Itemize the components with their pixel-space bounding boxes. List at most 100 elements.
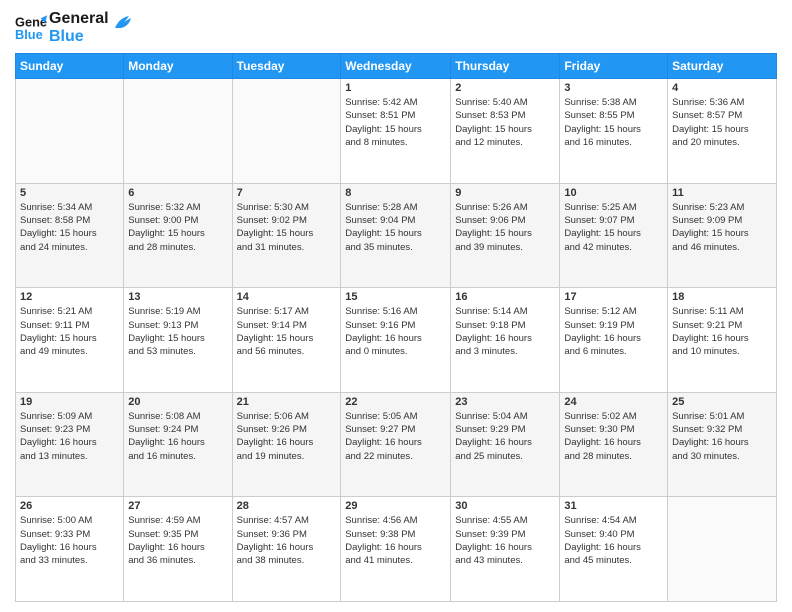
day-cell-16: 16 Sunrise: 5:14 AMSunset: 9:18 PMDayligh… xyxy=(451,288,560,393)
week-row-4: 19 Sunrise: 5:09 AMSunset: 9:23 PMDayligh… xyxy=(16,392,777,497)
day-number: 1 xyxy=(345,82,446,94)
day-cell-28: 28 Sunrise: 4:57 AMSunset: 9:36 PMDayligh… xyxy=(232,497,341,602)
day-info: Sunrise: 5:25 AMSunset: 9:07 PMDaylight:… xyxy=(564,201,663,254)
day-info: Sunrise: 5:32 AMSunset: 9:00 PMDaylight:… xyxy=(128,201,227,254)
day-info: Sunrise: 4:57 AMSunset: 9:36 PMDaylight:… xyxy=(237,514,337,567)
weekday-header-thursday: Thursday xyxy=(451,54,560,79)
day-info: Sunrise: 4:59 AMSunset: 9:35 PMDaylight:… xyxy=(128,514,227,567)
day-number: 26 xyxy=(20,500,119,512)
day-cell-19: 19 Sunrise: 5:09 AMSunset: 9:23 PMDayligh… xyxy=(16,392,124,497)
day-info: Sunrise: 5:38 AMSunset: 8:55 PMDaylight:… xyxy=(564,96,663,149)
day-number: 28 xyxy=(237,500,337,512)
week-row-3: 12 Sunrise: 5:21 AMSunset: 9:11 PMDayligh… xyxy=(16,288,777,393)
day-info: Sunrise: 5:16 AMSunset: 9:16 PMDaylight:… xyxy=(345,305,446,358)
day-info: Sunrise: 5:14 AMSunset: 9:18 PMDaylight:… xyxy=(455,305,555,358)
day-info: Sunrise: 5:01 AMSunset: 9:32 PMDaylight:… xyxy=(672,410,772,463)
day-number: 30 xyxy=(455,500,555,512)
day-info: Sunrise: 5:08 AMSunset: 9:24 PMDaylight:… xyxy=(128,410,227,463)
day-info: Sunrise: 5:06 AMSunset: 9:26 PMDaylight:… xyxy=(237,410,337,463)
day-info: Sunrise: 4:55 AMSunset: 9:39 PMDaylight:… xyxy=(455,514,555,567)
day-cell-12: 12 Sunrise: 5:21 AMSunset: 9:11 PMDayligh… xyxy=(16,288,124,393)
day-number: 19 xyxy=(20,396,119,408)
day-info: Sunrise: 5:09 AMSunset: 9:23 PMDaylight:… xyxy=(20,410,119,463)
day-number: 18 xyxy=(672,291,772,303)
day-number: 20 xyxy=(128,396,227,408)
day-cell-21: 21 Sunrise: 5:06 AMSunset: 9:26 PMDayligh… xyxy=(232,392,341,497)
day-number: 23 xyxy=(455,396,555,408)
day-info: Sunrise: 5:02 AMSunset: 9:30 PMDaylight:… xyxy=(564,410,663,463)
day-number: 5 xyxy=(20,187,119,199)
day-number: 4 xyxy=(672,82,772,94)
day-number: 27 xyxy=(128,500,227,512)
day-info: Sunrise: 5:26 AMSunset: 9:06 PMDaylight:… xyxy=(455,201,555,254)
day-cell-31: 31 Sunrise: 4:54 AMSunset: 9:40 PMDayligh… xyxy=(560,497,668,602)
day-cell-20: 20 Sunrise: 5:08 AMSunset: 9:24 PMDayligh… xyxy=(124,392,232,497)
day-cell-6: 6 Sunrise: 5:32 AMSunset: 9:00 PMDaylight… xyxy=(124,183,232,288)
day-info: Sunrise: 4:56 AMSunset: 9:38 PMDaylight:… xyxy=(345,514,446,567)
day-cell-29: 29Sunrise: 4:56 AMSunset: 9:38 PMDayligh… xyxy=(341,497,451,602)
day-number: 10 xyxy=(564,187,663,199)
day-number: 16 xyxy=(455,291,555,303)
day-info: Sunrise: 5:17 AMSunset: 9:14 PMDaylight:… xyxy=(237,305,337,358)
day-info: Sunrise: 4:54 AMSunset: 9:40 PMDaylight:… xyxy=(564,514,663,567)
day-cell-23: 23 Sunrise: 5:04 AMSunset: 9:29 PMDayligh… xyxy=(451,392,560,497)
day-info: Sunrise: 5:19 AMSunset: 9:13 PMDaylight:… xyxy=(128,305,227,358)
day-number: 12 xyxy=(20,291,119,303)
day-info: Sunrise: 5:00 AMSunset: 9:33 PMDaylight:… xyxy=(20,514,119,567)
day-cell-7: 7 Sunrise: 5:30 AMSunset: 9:02 PMDaylight… xyxy=(232,183,341,288)
day-info: Sunrise: 5:23 AMSunset: 9:09 PMDaylight:… xyxy=(672,201,772,254)
day-cell-27: 27 Sunrise: 4:59 AMSunset: 9:35 PMDayligh… xyxy=(124,497,232,602)
weekday-header-wednesday: Wednesday xyxy=(341,54,451,79)
day-info: Sunrise: 5:04 AMSunset: 9:29 PMDaylight:… xyxy=(455,410,555,463)
page: General Blue General Blue SundayMondayTu… xyxy=(0,0,792,612)
day-number: 14 xyxy=(237,291,337,303)
day-cell-24: 24Sunrise: 5:02 AMSunset: 9:30 PMDayligh… xyxy=(560,392,668,497)
day-info: Sunrise: 5:05 AMSunset: 9:27 PMDaylight:… xyxy=(345,410,446,463)
day-cell-22: 22 Sunrise: 5:05 AMSunset: 9:27 PMDayligh… xyxy=(341,392,451,497)
day-cell-26: 26 Sunrise: 5:00 AMSunset: 9:33 PMDayligh… xyxy=(16,497,124,602)
day-number: 21 xyxy=(237,396,337,408)
day-number: 2 xyxy=(455,82,555,94)
day-number: 17 xyxy=(564,291,663,303)
day-cell-5: 5 Sunrise: 5:34 AMSunset: 8:58 PMDaylight… xyxy=(16,183,124,288)
day-cell-4: 4Sunrise: 5:36 AMSunset: 8:57 PMDaylight… xyxy=(668,79,777,184)
empty-cell xyxy=(124,79,232,184)
empty-cell xyxy=(16,79,124,184)
day-cell-1: 1 Sunrise: 5:42 AMSunset: 8:51 PMDaylight… xyxy=(341,79,451,184)
day-cell-8: 8 Sunrise: 5:28 AMSunset: 9:04 PMDaylight… xyxy=(341,183,451,288)
logo-blue: Blue xyxy=(49,28,109,46)
header: General Blue General Blue xyxy=(15,10,777,45)
day-number: 11 xyxy=(672,187,772,199)
day-cell-14: 14 Sunrise: 5:17 AMSunset: 9:14 PMDayligh… xyxy=(232,288,341,393)
day-number: 8 xyxy=(345,187,446,199)
day-info: Sunrise: 5:40 AMSunset: 8:53 PMDaylight:… xyxy=(455,96,555,149)
day-cell-25: 25 Sunrise: 5:01 AMSunset: 9:32 PMDayligh… xyxy=(668,392,777,497)
day-cell-30: 30 Sunrise: 4:55 AMSunset: 9:39 PMDayligh… xyxy=(451,497,560,602)
day-info: Sunrise: 5:11 AMSunset: 9:21 PMDaylight:… xyxy=(672,305,772,358)
svg-text:Blue: Blue xyxy=(15,27,43,42)
week-row-2: 5 Sunrise: 5:34 AMSunset: 8:58 PMDaylight… xyxy=(16,183,777,288)
day-cell-15: 15 Sunrise: 5:16 AMSunset: 9:16 PMDayligh… xyxy=(341,288,451,393)
day-number: 7 xyxy=(237,187,337,199)
empty-cell xyxy=(232,79,341,184)
day-info: Sunrise: 5:28 AMSunset: 9:04 PMDaylight:… xyxy=(345,201,446,254)
day-cell-17: 17Sunrise: 5:12 AMSunset: 9:19 PMDayligh… xyxy=(560,288,668,393)
day-cell-18: 18 Sunrise: 5:11 AMSunset: 9:21 PMDayligh… xyxy=(668,288,777,393)
day-info: Sunrise: 5:30 AMSunset: 9:02 PMDaylight:… xyxy=(237,201,337,254)
weekday-header-row: SundayMondayTuesdayWednesdayThursdayFrid… xyxy=(16,54,777,79)
day-number: 25 xyxy=(672,396,772,408)
day-number: 13 xyxy=(128,291,227,303)
day-info: Sunrise: 5:34 AMSunset: 8:58 PMDaylight:… xyxy=(20,201,119,254)
day-info: Sunrise: 5:21 AMSunset: 9:11 PMDaylight:… xyxy=(20,305,119,358)
day-info: Sunrise: 5:42 AMSunset: 8:51 PMDaylight:… xyxy=(345,96,446,149)
day-number: 22 xyxy=(345,396,446,408)
week-row-1: 1 Sunrise: 5:42 AMSunset: 8:51 PMDaylight… xyxy=(16,79,777,184)
day-number: 15 xyxy=(345,291,446,303)
calendar-table: SundayMondayTuesdayWednesdayThursdayFrid… xyxy=(15,53,777,602)
weekday-header-saturday: Saturday xyxy=(668,54,777,79)
day-cell-13: 13 Sunrise: 5:19 AMSunset: 9:13 PMDayligh… xyxy=(124,288,232,393)
logo: General Blue General Blue xyxy=(15,10,133,45)
day-number: 6 xyxy=(128,187,227,199)
day-cell-9: 9Sunrise: 5:26 AMSunset: 9:06 PMDaylight… xyxy=(451,183,560,288)
day-number: 31 xyxy=(564,500,663,512)
